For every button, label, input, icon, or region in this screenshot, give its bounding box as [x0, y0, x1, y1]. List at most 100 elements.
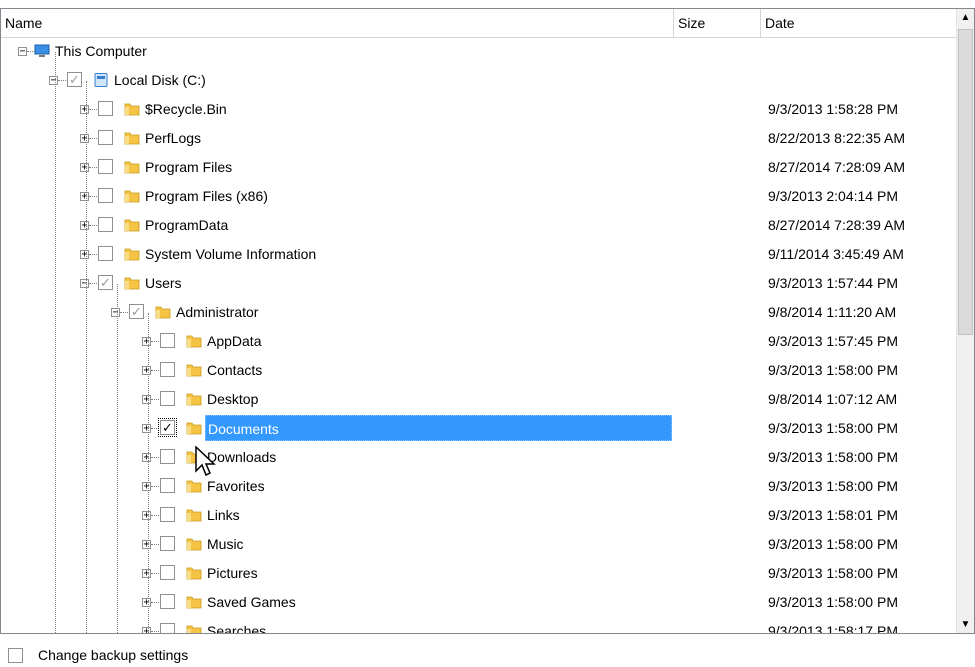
- item-checkbox[interactable]: ✓: [98, 275, 113, 290]
- expand-icon[interactable]: +: [142, 540, 151, 550]
- item-label: Saved Games: [207, 594, 296, 610]
- tree-row[interactable]: + ✓ Documents 9/3/2013 1:58:00 PM: [1, 415, 957, 444]
- tree-row[interactable]: + Searches 9/3/2013 1:58:17 PM: [1, 618, 957, 633]
- item-checkbox[interactable]: [98, 101, 113, 116]
- item-date: 9/3/2013 1:57:45 PM: [768, 333, 898, 349]
- expand-icon[interactable]: +: [80, 192, 89, 202]
- expand-icon[interactable]: +: [80, 221, 89, 231]
- tree-row[interactable]: − ✓ Users 9/3/2013 1:57:44 PM: [1, 270, 957, 299]
- item-checkbox[interactable]: ✓: [129, 304, 144, 319]
- tree-row[interactable]: + Favorites 9/3/2013 1:58:00 PM: [1, 473, 957, 502]
- item-checkbox[interactable]: [98, 130, 113, 145]
- drive-icon: [94, 73, 108, 87]
- tree-connector: [151, 573, 159, 574]
- item-date: 9/3/2013 1:58:00 PM: [768, 565, 898, 581]
- expand-icon[interactable]: +: [142, 395, 151, 405]
- tree-row[interactable]: + Program Files (x86) 9/3/2013 2:04:14 PM: [1, 183, 957, 212]
- tree-row[interactable]: + Contacts 9/3/2013 1:58:00 PM: [1, 357, 957, 386]
- item-checkbox[interactable]: [98, 159, 113, 174]
- item-checkbox[interactable]: [160, 536, 175, 551]
- expand-icon[interactable]: +: [80, 250, 89, 260]
- tree-row[interactable]: − ✓ Local Disk (C:): [1, 67, 957, 96]
- collapse-icon[interactable]: −: [49, 76, 58, 86]
- tree-row[interactable]: + $Recycle.Bin 9/3/2013 1:58:28 PM: [1, 96, 957, 125]
- column-header-date[interactable]: Date: [761, 9, 957, 37]
- item-checkbox[interactable]: [160, 449, 175, 464]
- item-date: 9/3/2013 1:58:00 PM: [768, 478, 898, 494]
- tree-row[interactable]: + Links 9/3/2013 1:58:01 PM: [1, 502, 957, 531]
- tree-row[interactable]: + Downloads 9/3/2013 1:58:00 PM: [1, 444, 957, 473]
- item-checkbox[interactable]: ✓: [158, 418, 177, 437]
- tree-guide-line: [117, 284, 118, 633]
- folder-tree-view[interactable]: Name Size Date − This Computer − ✓ Local Dis…: [0, 8, 975, 634]
- tree-row[interactable]: + PerfLogs 8/22/2013 8:22:35 AM: [1, 125, 957, 154]
- scroll-up-button[interactable]: ▲: [957, 9, 974, 26]
- scroll-down-button[interactable]: ▼: [957, 616, 974, 633]
- item-checkbox[interactable]: [160, 478, 175, 493]
- item-label: AppData: [207, 333, 262, 349]
- item-checkbox[interactable]: [160, 623, 175, 633]
- tree-row[interactable]: + Saved Games 9/3/2013 1:58:00 PM: [1, 589, 957, 618]
- item-checkbox[interactable]: [160, 565, 175, 580]
- expand-icon[interactable]: +: [142, 337, 151, 347]
- item-checkbox[interactable]: [98, 246, 113, 261]
- column-header-size[interactable]: Size: [674, 9, 761, 37]
- vertical-scrollbar[interactable]: ▲ ▼: [956, 9, 974, 633]
- tree-connector: [151, 602, 159, 603]
- item-label: $Recycle.Bin: [145, 101, 227, 117]
- tree-connector: [151, 544, 159, 545]
- expand-icon[interactable]: +: [142, 511, 151, 521]
- item-checkbox[interactable]: [160, 362, 175, 377]
- expand-icon[interactable]: +: [142, 482, 151, 492]
- item-checkbox[interactable]: ✓: [67, 72, 82, 87]
- item-checkbox[interactable]: [160, 391, 175, 406]
- tree-row[interactable]: − ✓ Administrator 9/8/2014 1:11:20 AM: [1, 299, 957, 328]
- expand-icon[interactable]: +: [80, 105, 89, 115]
- tree-rows: − This Computer − ✓ Local Disk (C:) + $Recycle…: [1, 38, 957, 633]
- folder-icon: [124, 190, 140, 203]
- expand-icon[interactable]: +: [142, 627, 151, 633]
- item-checkbox[interactable]: [98, 188, 113, 203]
- tree-row[interactable]: + Program Files 8/27/2014 7:28:09 AM: [1, 154, 957, 183]
- scroll-thumb[interactable]: [958, 29, 973, 335]
- tree-row[interactable]: + System Volume Information 9/11/2014 3:45…: [1, 241, 957, 270]
- item-label: This Computer: [55, 43, 147, 59]
- item-label: Program Files: [145, 159, 233, 175]
- collapse-icon[interactable]: −: [18, 47, 27, 57]
- item-date: 8/27/2014 7:28:39 AM: [768, 217, 905, 233]
- item-label: PerfLogs: [145, 130, 202, 146]
- tree-row[interactable]: + AppData 9/3/2013 1:57:45 PM: [1, 328, 957, 357]
- item-label: Administrator: [176, 304, 259, 320]
- expand-icon[interactable]: +: [80, 163, 89, 173]
- column-header-name[interactable]: Name: [1, 9, 674, 37]
- collapse-icon[interactable]: −: [80, 279, 89, 289]
- mouse-cursor-icon: [195, 446, 216, 477]
- item-checkbox[interactable]: [98, 217, 113, 232]
- item-label: Contacts: [207, 362, 263, 378]
- expand-icon[interactable]: +: [142, 598, 151, 608]
- expand-icon[interactable]: +: [142, 569, 151, 579]
- tree-row[interactable]: + Music 9/3/2013 1:58:00 PM: [1, 531, 957, 560]
- item-checkbox[interactable]: [160, 594, 175, 609]
- tree-row[interactable]: + Desktop 9/8/2014 1:07:12 AM: [1, 386, 957, 415]
- folder-icon: [186, 364, 202, 377]
- tree-guide-line: [55, 52, 56, 633]
- item-date: 9/3/2013 1:58:00 PM: [768, 449, 898, 465]
- item-checkbox[interactable]: [160, 333, 175, 348]
- expand-icon[interactable]: +: [80, 134, 89, 144]
- change-backup-checkbox[interactable]: [8, 648, 23, 663]
- tree-row[interactable]: + Pictures 9/3/2013 1:58:00 PM: [1, 560, 957, 589]
- tree-connector: [151, 486, 159, 487]
- item-checkbox[interactable]: [160, 507, 175, 522]
- folder-icon: [186, 509, 202, 522]
- expand-icon[interactable]: +: [142, 424, 151, 434]
- tree-connector: [151, 428, 159, 429]
- expand-icon[interactable]: +: [142, 453, 151, 463]
- collapse-icon[interactable]: −: [111, 308, 120, 318]
- expand-icon[interactable]: +: [142, 366, 151, 376]
- folder-icon: [124, 219, 140, 232]
- tree-row[interactable]: + ProgramData 8/27/2014 7:28:39 AM: [1, 212, 957, 241]
- tree-row[interactable]: − This Computer: [1, 38, 957, 67]
- folder-icon: [186, 480, 202, 493]
- item-date: 9/3/2013 1:58:00 PM: [768, 420, 898, 436]
